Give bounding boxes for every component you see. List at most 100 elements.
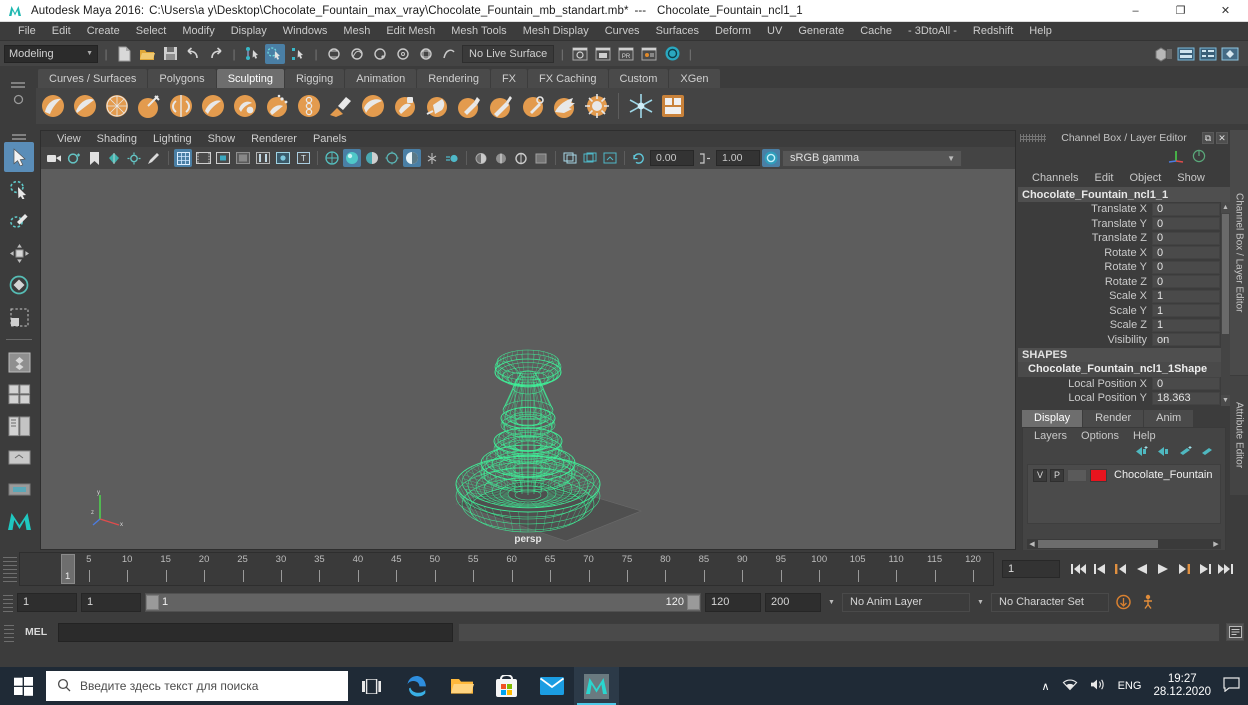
menu-item-uv[interactable]: UV: [759, 24, 790, 38]
snap-to-view-plane-icon[interactable]: [416, 44, 436, 64]
close-button[interactable]: ✕: [1203, 0, 1248, 22]
new-layer-icon[interactable]: [1134, 445, 1149, 460]
current-frame-field[interactable]: 1: [1002, 560, 1060, 578]
shelf-tab-custom[interactable]: Custom: [608, 69, 669, 88]
snap-to-grid-icon[interactable]: [324, 44, 344, 64]
save-scene-icon[interactable]: [160, 44, 180, 64]
show-hide-channel-box-icon[interactable]: [1220, 44, 1240, 64]
shelf-tab-sculpting[interactable]: Sculpting: [216, 69, 284, 88]
menu-set-selector[interactable]: Modeling ▼: [4, 44, 98, 63]
step-back-keyframe-icon[interactable]: [1091, 560, 1108, 578]
isolate-select-icon[interactable]: [472, 149, 490, 167]
edge-browser-icon[interactable]: [394, 667, 439, 705]
scrape-tool-icon[interactable]: [390, 92, 419, 121]
smooth-shade-textured-icon[interactable]: [363, 149, 381, 167]
layer-color-swatch[interactable]: [1090, 468, 1107, 482]
repeat-tool-icon[interactable]: [294, 92, 323, 121]
menu-item-help[interactable]: Help: [1021, 24, 1060, 38]
scroll-right-icon[interactable]: ▶: [1211, 540, 1221, 548]
freeze-tool-icon[interactable]: [582, 92, 611, 121]
ambient-occlusion-icon[interactable]: [423, 149, 441, 167]
snap-to-point-icon[interactable]: [370, 44, 390, 64]
shelf-tab-rigging[interactable]: Rigging: [284, 69, 345, 88]
open-scene-icon[interactable]: [137, 44, 157, 64]
foamy-tool-icon[interactable]: [230, 92, 259, 121]
channel-attribute-row[interactable]: Visibility on: [1018, 333, 1230, 348]
select-by-component-icon[interactable]: [288, 44, 308, 64]
channel-box-scrollbar[interactable]: ▲ ▼: [1221, 202, 1230, 406]
notification-center-icon[interactable]: [1223, 677, 1240, 695]
maya-icon[interactable]: [574, 667, 619, 705]
channel-attribute-row[interactable]: Translate Z 0: [1018, 231, 1230, 246]
auto-keyframe-icon[interactable]: [1113, 592, 1133, 612]
smear-tool-icon[interactable]: [486, 92, 515, 121]
exposure-value-field[interactable]: 0.00: [650, 150, 694, 166]
imprint-tool-icon[interactable]: [326, 92, 355, 121]
tray-expand-chevron-icon[interactable]: ∧: [1042, 680, 1050, 693]
sidetab-attribute-editor[interactable]: Attribute Editor: [1230, 376, 1248, 496]
viewport-menu-renderer[interactable]: Renderer: [243, 133, 305, 145]
time-slider[interactable]: 1 5 10 15 20 25 30 35 40 45 50 55 60 65 70 75 80 85 90 95 1…: [19, 552, 994, 586]
attribute-value-field[interactable]: 0: [1152, 217, 1220, 231]
text-overlay-icon[interactable]: T: [294, 149, 312, 167]
layer-state-toggle[interactable]: [1067, 468, 1087, 482]
scale-tool-icon[interactable]: [4, 302, 34, 332]
scroll-up-icon[interactable]: ▲: [1221, 202, 1230, 213]
character-set-selector[interactable]: No Character Set: [991, 592, 1109, 612]
layer-scroll-thumb[interactable]: [1038, 539, 1158, 548]
channel-box-menu-show[interactable]: Show: [1169, 172, 1213, 184]
go-to-end-icon[interactable]: [1217, 560, 1234, 578]
select-by-hierarchy-icon[interactable]: [242, 44, 262, 64]
volume-icon[interactable]: [1090, 678, 1106, 694]
new-layer-from-selected-icon[interactable]: [1156, 446, 1171, 460]
rotate-tool-icon[interactable]: [4, 270, 34, 300]
make-live-icon[interactable]: [439, 44, 459, 64]
viewport-duplicate-icon[interactable]: [581, 149, 599, 167]
menu-item-cache[interactable]: Cache: [852, 24, 900, 38]
shelf-tab-xgen[interactable]: XGen: [669, 69, 720, 88]
spray-tool-icon[interactable]: [262, 92, 291, 121]
channel-box-menu-channels[interactable]: Channels: [1024, 172, 1086, 184]
film-gate-icon[interactable]: [194, 149, 212, 167]
color-management-dropdown[interactable]: sRGB gamma ▼: [782, 149, 962, 167]
persp-outliner-layout-icon[interactable]: [4, 411, 34, 441]
range-slider-grip-icon[interactable]: [3, 592, 13, 612]
sculpt-tool-icon[interactable]: [38, 92, 67, 121]
channel-attribute-row[interactable]: Rotate Z 0: [1018, 275, 1230, 290]
animation-preferences-icon[interactable]: [1137, 592, 1157, 612]
viewport-snapshot-icon[interactable]: [601, 149, 619, 167]
gamma-value-field[interactable]: 1.00: [716, 150, 760, 166]
shelf-tab-fx[interactable]: FX: [490, 69, 528, 88]
menu-item-modify[interactable]: Modify: [174, 24, 222, 38]
menu-item-surfaces[interactable]: Surfaces: [648, 24, 707, 38]
menu-item-generate[interactable]: Generate: [790, 24, 852, 38]
lasso-select-tool-icon[interactable]: [4, 174, 34, 204]
exposure-reset-icon[interactable]: [630, 149, 648, 167]
film-origin-icon[interactable]: [254, 149, 272, 167]
viewport-menu-shading[interactable]: Shading: [89, 133, 145, 145]
persp-graph-layout-icon[interactable]: [4, 443, 34, 473]
script-language-label[interactable]: MEL: [19, 626, 53, 638]
motion-blur-icon[interactable]: [443, 149, 461, 167]
step-forward-keyframe-icon[interactable]: [1196, 560, 1213, 578]
mail-icon[interactable]: [529, 667, 574, 705]
scroll-left-icon[interactable]: ◀: [1027, 540, 1037, 548]
chevron-down-icon-2[interactable]: ▼: [974, 593, 987, 612]
exposure-icon[interactable]: [532, 149, 550, 167]
menu-item-mesh[interactable]: Mesh: [335, 24, 378, 38]
menu-item-create[interactable]: Create: [79, 24, 128, 38]
shelf-tab-animation[interactable]: Animation: [345, 69, 417, 88]
menu-item-curves[interactable]: Curves: [597, 24, 648, 38]
shelf-options-icon[interactable]: [13, 94, 24, 108]
shelf-tab-fx-caching[interactable]: FX Caching: [528, 69, 608, 88]
animation-start-time-field[interactable]: 1: [17, 592, 77, 612]
camera-icon[interactable]: [45, 149, 63, 167]
menu-item-file[interactable]: File: [10, 24, 44, 38]
go-to-start-icon[interactable]: [1070, 560, 1087, 578]
xray-joints-icon[interactable]: [492, 149, 510, 167]
tray-language-label[interactable]: ENG: [1118, 680, 1142, 692]
step-forward-frame-icon[interactable]: [1175, 560, 1192, 578]
attribute-value-field[interactable]: 0: [1152, 275, 1220, 289]
select-by-object-icon[interactable]: [265, 43, 285, 64]
flatten-tool-icon[interactable]: [198, 92, 227, 121]
